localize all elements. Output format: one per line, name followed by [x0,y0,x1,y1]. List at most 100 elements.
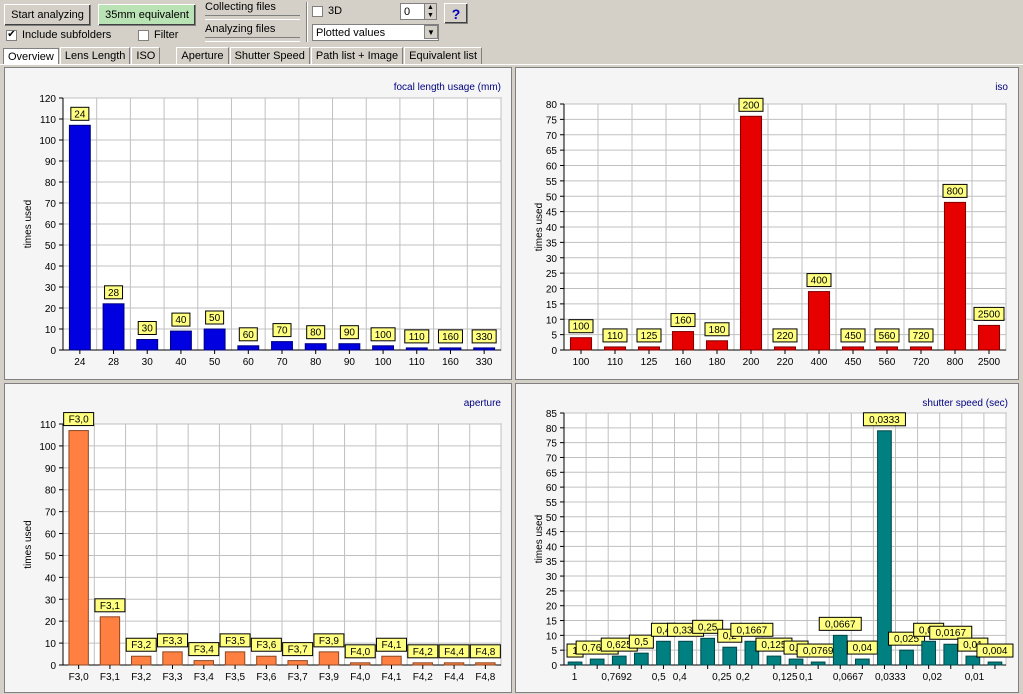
x-tick-label: 0,2 [736,672,750,683]
data-label: 0,0667 [825,619,856,630]
y-tick-label: 80 [45,178,57,189]
plotted-values-select[interactable]: Plotted values [312,24,439,41]
bar [810,661,826,666]
tab-overview[interactable]: Overview [3,48,59,65]
filter-checkbox[interactable]: Filter [138,29,178,41]
bar [405,347,428,351]
x-tick-label: 220 [777,357,794,368]
bar [807,291,831,351]
bar [788,658,804,666]
collecting-files-label: Collecting files [205,1,276,13]
data-label: F3,4 [194,645,214,656]
collecting-progress-bar [205,15,300,20]
data-label: 80 [310,328,322,339]
start-analyzing-button[interactable]: Start analyzing [4,4,91,26]
tab-lens-length[interactable]: Lens Length [59,47,131,64]
y-tick-label: 80 [546,100,558,111]
35mm-equivalent-button[interactable]: 35mm equivalent [98,4,196,26]
bar [705,340,729,351]
y-tick-label: 100 [39,442,56,453]
y-tick-label: 65 [546,468,558,479]
data-label: 40 [175,315,187,326]
spin-value-input[interactable]: 0 [400,3,426,20]
data-label: 0,0167 [935,628,966,639]
iso-chart: 0 5 10 15 20 25 30 35 40 45 50 55 60 65 70 75 80 iso times… [534,82,1008,368]
3d-label: 3D [328,5,343,17]
y-tick-label: 40 [45,262,57,273]
x-tick-label: 2500 [978,357,1001,368]
data-label: F3,1 [100,601,120,612]
tab-path-list-image[interactable]: Path list + Image [310,47,404,64]
x-tick-label: F3,0 [69,672,89,683]
bar [875,346,899,351]
tab-iso[interactable]: ISO [131,47,161,64]
spin-up-icon[interactable]: ▲ [427,4,434,12]
spin-buttons[interactable]: ▲ ▼ [424,3,437,20]
bar [977,324,1001,351]
analyzing-files-label: Analyzing files [205,23,276,35]
bar [162,651,183,666]
y-tick-label: 70 [45,508,57,519]
analyzing-progress-bar [205,37,300,42]
shutter-speed-chart: 0 5 10 15 20 25 30 35 40 45 50 55 60 65 70 75 80 85 shutte… [534,398,1014,683]
bar [943,201,967,351]
y-tick-label: 100 [39,136,56,147]
y-tick-label: 120 [39,94,56,105]
bar [350,662,371,666]
bar [633,652,649,666]
y-tick-label: 80 [546,424,558,435]
bar [102,303,125,351]
bar [773,346,797,351]
y-tick-label: 60 [45,220,57,231]
x-tick-label: 100 [375,357,392,368]
data-label: 450 [845,331,862,342]
y-tick-label: 50 [546,513,558,524]
bar [877,430,892,666]
y-tick-label: 70 [546,131,558,142]
x-tick-label: 1 [572,672,578,683]
tab-aperture[interactable]: Aperture [176,47,229,64]
y-tick-label: 10 [45,325,57,336]
data-label: 60 [243,330,255,341]
x-tick-label: 160 [675,357,692,368]
x-tick-label: 0,01 [965,672,985,683]
3d-checkbox[interactable]: 3D [312,5,342,17]
x-tick-label: 90 [344,357,356,368]
x-tick-label: 800 [947,357,964,368]
x-tick-label: 24 [74,357,86,368]
tab-shutter-speed[interactable]: Shutter Speed [229,47,310,64]
bar [569,337,593,351]
y-axis-label: times used [534,515,545,563]
data-label: F4,0 [350,647,370,658]
x-tick-label: F3,5 [225,672,245,683]
spin-down-icon[interactable]: ▼ [427,12,434,20]
x-tick-label: 30 [142,357,154,368]
bar [909,346,933,351]
y-tick-label: 20 [546,285,558,296]
help-button[interactable]: ? [444,3,468,24]
bar [99,616,121,666]
data-label: F3,7 [288,645,308,656]
y-tick-label: 10 [45,639,57,650]
y-tick-label: 45 [546,528,558,539]
x-tick-label: F4,1 [381,672,401,683]
x-tick-label: 0,5 [652,672,666,683]
bar [338,343,361,351]
y-tick-label: 55 [546,498,558,509]
include-subfolders-checkbox[interactable]: ✔ Include subfolders [6,29,111,41]
tab-equivalent-list[interactable]: Equivalent list [404,47,483,64]
bar [224,651,246,666]
focal-length-chart: 0 10 20 30 40 50 60 70 80 90 100 110 120 focal length… [23,82,502,368]
data-label: 2500 [978,309,1001,320]
x-tick-label: 0,4 [673,672,687,683]
data-label: 0,004 [982,646,1007,657]
bar [589,658,605,666]
bar [473,347,496,351]
chart-title: iso [995,82,1008,93]
chevron-down-icon[interactable]: ▼ [424,25,438,39]
data-label: F4,8 [475,647,495,658]
bar [237,345,260,351]
x-tick-label: 180 [709,357,726,368]
y-tick-label: 60 [546,162,558,173]
y-tick-label: 45 [546,208,558,219]
